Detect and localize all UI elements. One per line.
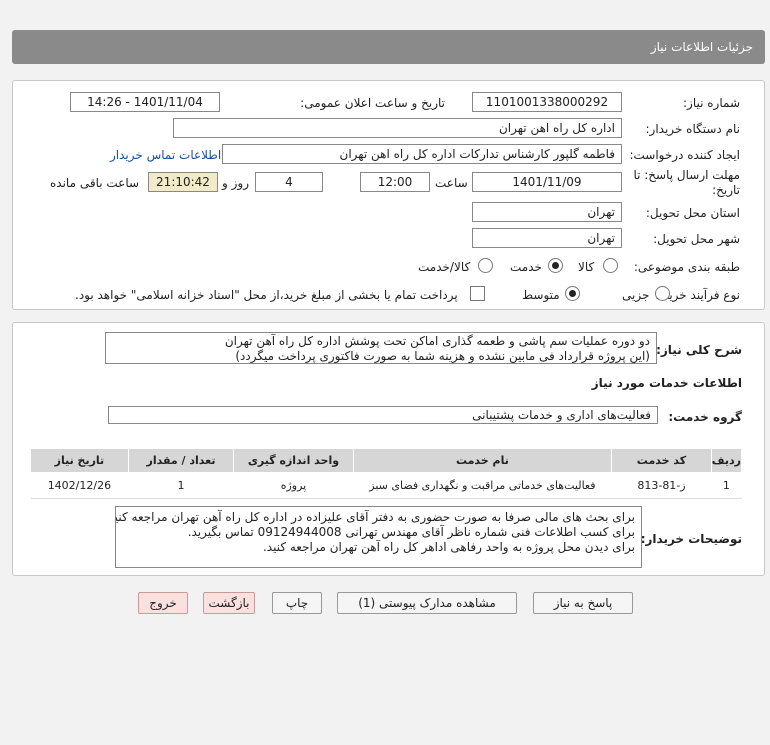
col-date: تاریخ نیاز xyxy=(30,448,129,473)
remaining-label: ساعت باقی مانده xyxy=(50,176,140,190)
treasury-payment-note: پرداخت تمام یا بخشی از مبلغ خرید،از محل … xyxy=(75,288,458,302)
col-unit: واحد اندازه گیری xyxy=(233,448,354,473)
process-option-medium: متوسط xyxy=(522,288,560,302)
city-label: شهر محل تحویل: xyxy=(653,232,740,246)
cell-unit: پروژه xyxy=(233,472,354,499)
buyer-contact-link[interactable]: اطلاعات تماس خریدار xyxy=(110,148,221,162)
announce-label: تاریخ و ساعت اعلان عمومی: xyxy=(300,96,445,110)
buyer-notes-line-1: برای بحث های مالی صرفا به صورت حضوری به … xyxy=(115,510,635,524)
service-group-label: گروه خدمت: xyxy=(668,410,742,424)
view-attachments-button[interactable]: مشاهده مدارک پیوستی (1) xyxy=(337,592,517,614)
cell-row: 1 xyxy=(711,472,742,499)
buyer-notes-box: برای بحث های مالی صرفا به صورت حضوری به … xyxy=(115,506,642,568)
deadline-time-field: 12:00 xyxy=(360,172,430,192)
treasury-payment-checkbox[interactable] xyxy=(470,286,485,301)
cell-name: فعالیت‌های خدماتی مراقبت و نگهداری فضای … xyxy=(353,472,612,499)
description-line-1: دو دوره عملیات سم پاشی و طعمه گذاری اماک… xyxy=(224,334,650,348)
deadline-label-date: تاریخ: xyxy=(712,183,740,197)
category-label: طبقه بندی موضوعی: xyxy=(633,260,740,274)
creator-field: فاطمه گلپور کارشناس تدارکات اداره کل راه… xyxy=(222,144,622,164)
days-label: روز و xyxy=(222,176,249,190)
cell-date: 1402/12/26 xyxy=(30,472,129,499)
process-radio-medium[interactable] xyxy=(565,286,580,301)
creator-label: ایجاد کننده درخواست: xyxy=(629,148,740,162)
buyer-field: اداره کل راه اهن تهران xyxy=(173,118,622,138)
process-option-minor: جزیی xyxy=(622,288,650,302)
col-qty: تعداد / مقدار xyxy=(127,448,235,473)
category-radio-goods[interactable] xyxy=(603,258,618,273)
back-button[interactable]: بازگشت xyxy=(203,592,255,614)
print-button[interactable]: چاپ xyxy=(272,592,322,614)
province-label: استان محل تحویل: xyxy=(645,206,740,220)
description-label: شرح کلی نیاز: xyxy=(656,343,742,357)
description-line-2: (این پروژه قرارداد فی مابین نشده و هزینه… xyxy=(235,349,650,363)
days-field: 4 xyxy=(255,172,323,192)
service-group-field: فعالیت‌های اداری و خدمات پشتیبانی xyxy=(108,406,658,424)
category-option-goods-service: کالا/خدمت xyxy=(418,260,471,274)
process-radio-minor[interactable] xyxy=(655,286,670,301)
category-radio-service[interactable] xyxy=(548,258,563,273)
category-option-goods: کالا xyxy=(578,260,595,274)
services-heading: اطلاعات خدمات مورد نیاز xyxy=(591,376,742,390)
table-row: 1 ز-81-813 فعالیت‌های خدماتی مراقبت و نگ… xyxy=(30,472,742,499)
remaining-time-field: 21:10:42 xyxy=(148,172,218,192)
buyer-notes-label: توضیحات خریدار: xyxy=(640,532,742,546)
services-table: ردیف کد خدمت نام خدمت واحد اندازه گیری ت… xyxy=(30,448,743,499)
need-number-label: شماره نیاز: xyxy=(683,96,740,110)
need-number-field: 1101001338000292 xyxy=(472,92,622,112)
need-info-panel xyxy=(12,80,765,310)
page-title: جزئیات اطلاعات نیاز xyxy=(12,30,765,64)
city-field: تهران xyxy=(472,228,622,248)
col-name: نام خدمت xyxy=(352,448,613,473)
description-box: دو دوره عملیات سم پاشی و طعمه گذاری اماک… xyxy=(105,332,657,364)
announce-field: 1401/11/04 - 14:26 xyxy=(70,92,220,112)
col-row: ردیف xyxy=(710,448,743,473)
deadline-date-field: 1401/11/09 xyxy=(472,172,622,192)
exit-button[interactable]: خروج xyxy=(138,592,188,614)
reply-button[interactable]: پاسخ به نیاز xyxy=(533,592,633,614)
col-code: کد خدمت xyxy=(611,448,712,473)
category-option-service: خدمت xyxy=(510,260,542,274)
deadline-label: مهلت ارسال پاسخ: تا xyxy=(633,168,740,182)
cell-qty: 1 xyxy=(128,472,234,499)
province-field: تهران xyxy=(472,202,622,222)
buyer-notes-line-3: برای دیدن محل پروژه به واحد رفاهی اداهر … xyxy=(262,540,635,554)
deadline-time-label: ساعت xyxy=(435,176,468,190)
buyer-notes-line-2: برای کسب اطلاعات فنی شماره ناظر آقای مهن… xyxy=(187,525,635,539)
buyer-label: نام دستگاه خریدار: xyxy=(645,122,741,136)
category-radio-goods-service[interactable] xyxy=(478,258,493,273)
cell-code: ز-81-813 xyxy=(611,472,712,499)
